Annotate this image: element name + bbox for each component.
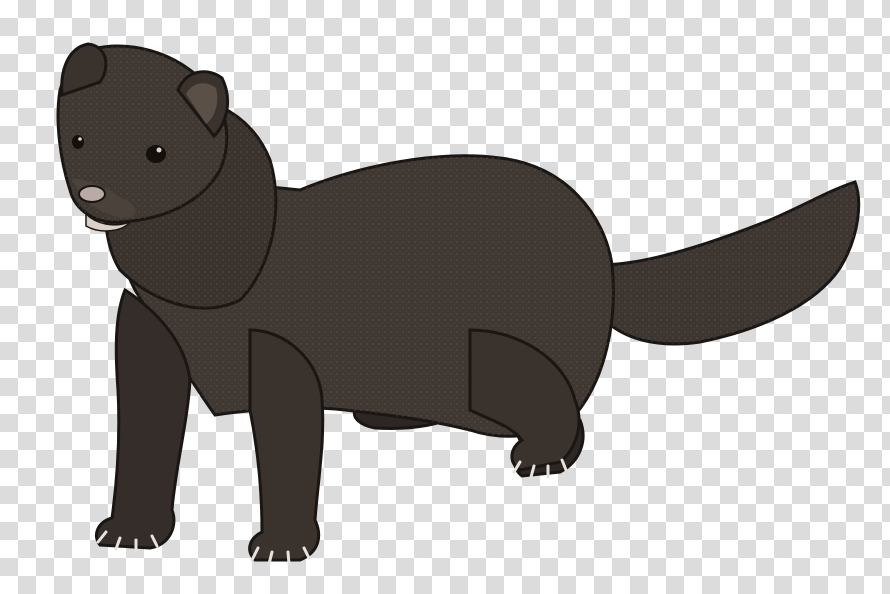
tail [598,180,861,346]
front-leg-near [248,328,325,566]
nose [78,185,106,203]
mink-illustration [56,42,861,566]
eye-left [72,135,84,149]
eye-right [146,145,166,163]
canvas [0,0,890,594]
